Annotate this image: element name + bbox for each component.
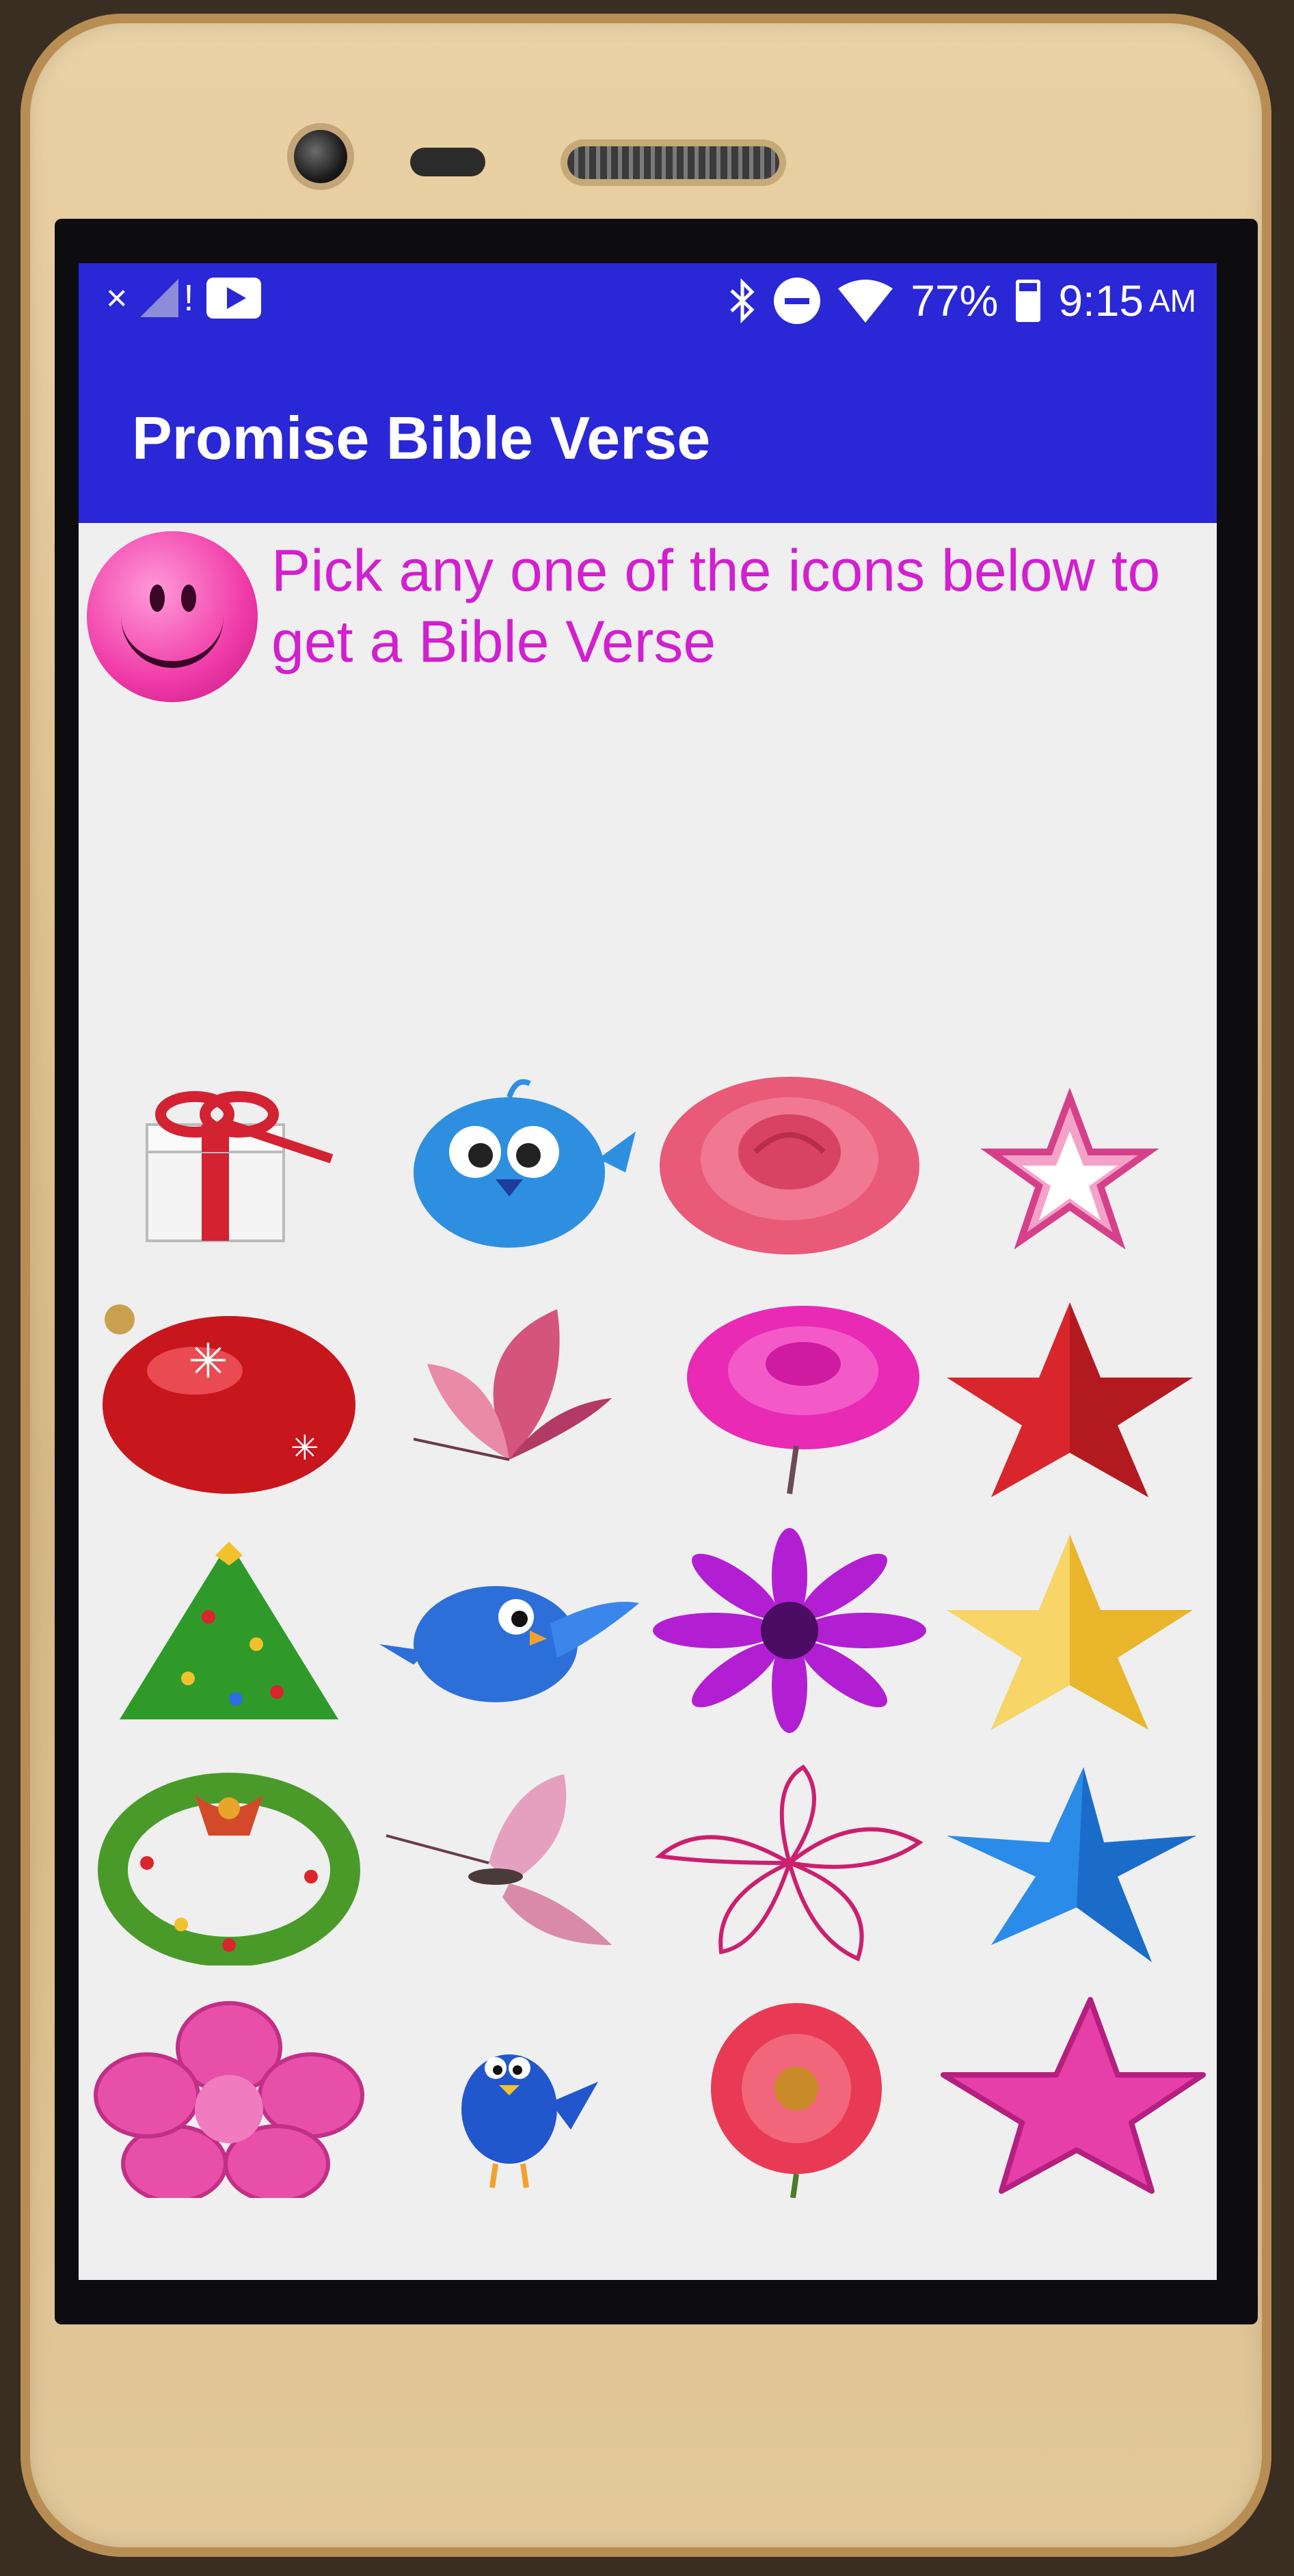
smiley-mouth xyxy=(121,606,224,668)
blue-star-icon[interactable] xyxy=(933,1760,1207,1965)
svg-text:✳: ✳ xyxy=(188,1333,228,1389)
outline-flower-icon[interactable] xyxy=(653,1760,926,1965)
pink-butterfly-icon[interactable] xyxy=(373,1296,646,1501)
status-bar: × ! 77% 9:15 AM xyxy=(79,263,1217,342)
pink-rose-icon[interactable] xyxy=(653,1056,926,1261)
earpiece-speaker xyxy=(567,146,779,179)
instruction-text: Pick any one of the icons below to get a… xyxy=(271,538,1161,675)
app-bar: Promise Bible Verse xyxy=(79,342,1217,523)
smiley-face-icon xyxy=(87,531,258,702)
christmas-tree-icon[interactable] xyxy=(92,1528,366,1733)
status-left: × ! xyxy=(106,277,261,319)
red-star-icon[interactable] xyxy=(933,1296,1207,1501)
gift-box-icon[interactable] xyxy=(92,1056,366,1261)
instruction-header: Pick any one of the icons below to get a… xyxy=(79,523,1217,708)
youtube-notification-icon xyxy=(206,278,261,319)
app-title: Promise Bible Verse xyxy=(132,404,711,472)
light-pink-butterfly-icon[interactable] xyxy=(373,1760,646,1965)
front-camera xyxy=(294,130,347,183)
svg-text:✳: ✳ xyxy=(291,1428,319,1468)
signal-off-icon: × xyxy=(106,278,128,319)
pink-outline-star-icon[interactable] xyxy=(933,1056,1207,1261)
pink-flower-icon[interactable] xyxy=(92,1993,366,2198)
battery-icon xyxy=(1016,280,1041,322)
magenta-rose-icon[interactable] xyxy=(653,1296,926,1501)
red-ornament-icon[interactable]: ✳ ✳ xyxy=(92,1296,366,1501)
battery-percent: 77% xyxy=(911,276,999,325)
status-right: 77% 9:15 AM xyxy=(729,276,1196,326)
clock-time: 9:15 xyxy=(1058,276,1144,325)
bluetooth-icon xyxy=(730,278,755,323)
pink-star-icon[interactable] xyxy=(933,1993,1207,2198)
clock-ampm: AM xyxy=(1149,283,1196,319)
phone-chin xyxy=(246,2345,1046,2502)
do-not-disturb-icon xyxy=(774,278,821,324)
screen: × ! 77% 9:15 AM Promise Bible Verse Pick… xyxy=(79,263,1217,2280)
alert-icon: ! xyxy=(183,278,194,319)
purple-daisy-icon[interactable] xyxy=(653,1528,926,1733)
blue-bird-icon[interactable] xyxy=(373,1056,646,1261)
small-blue-bird-icon[interactable] xyxy=(373,1993,646,2198)
holiday-wreath-icon[interactable] xyxy=(92,1760,366,1965)
flying-blue-bird-icon[interactable] xyxy=(373,1528,646,1733)
gold-star-icon[interactable] xyxy=(933,1528,1207,1733)
gerbera-flower-icon[interactable] xyxy=(653,1993,926,2198)
wifi-icon xyxy=(838,280,893,323)
proximity-sensor xyxy=(410,148,485,176)
cell-signal-icon xyxy=(139,279,178,317)
